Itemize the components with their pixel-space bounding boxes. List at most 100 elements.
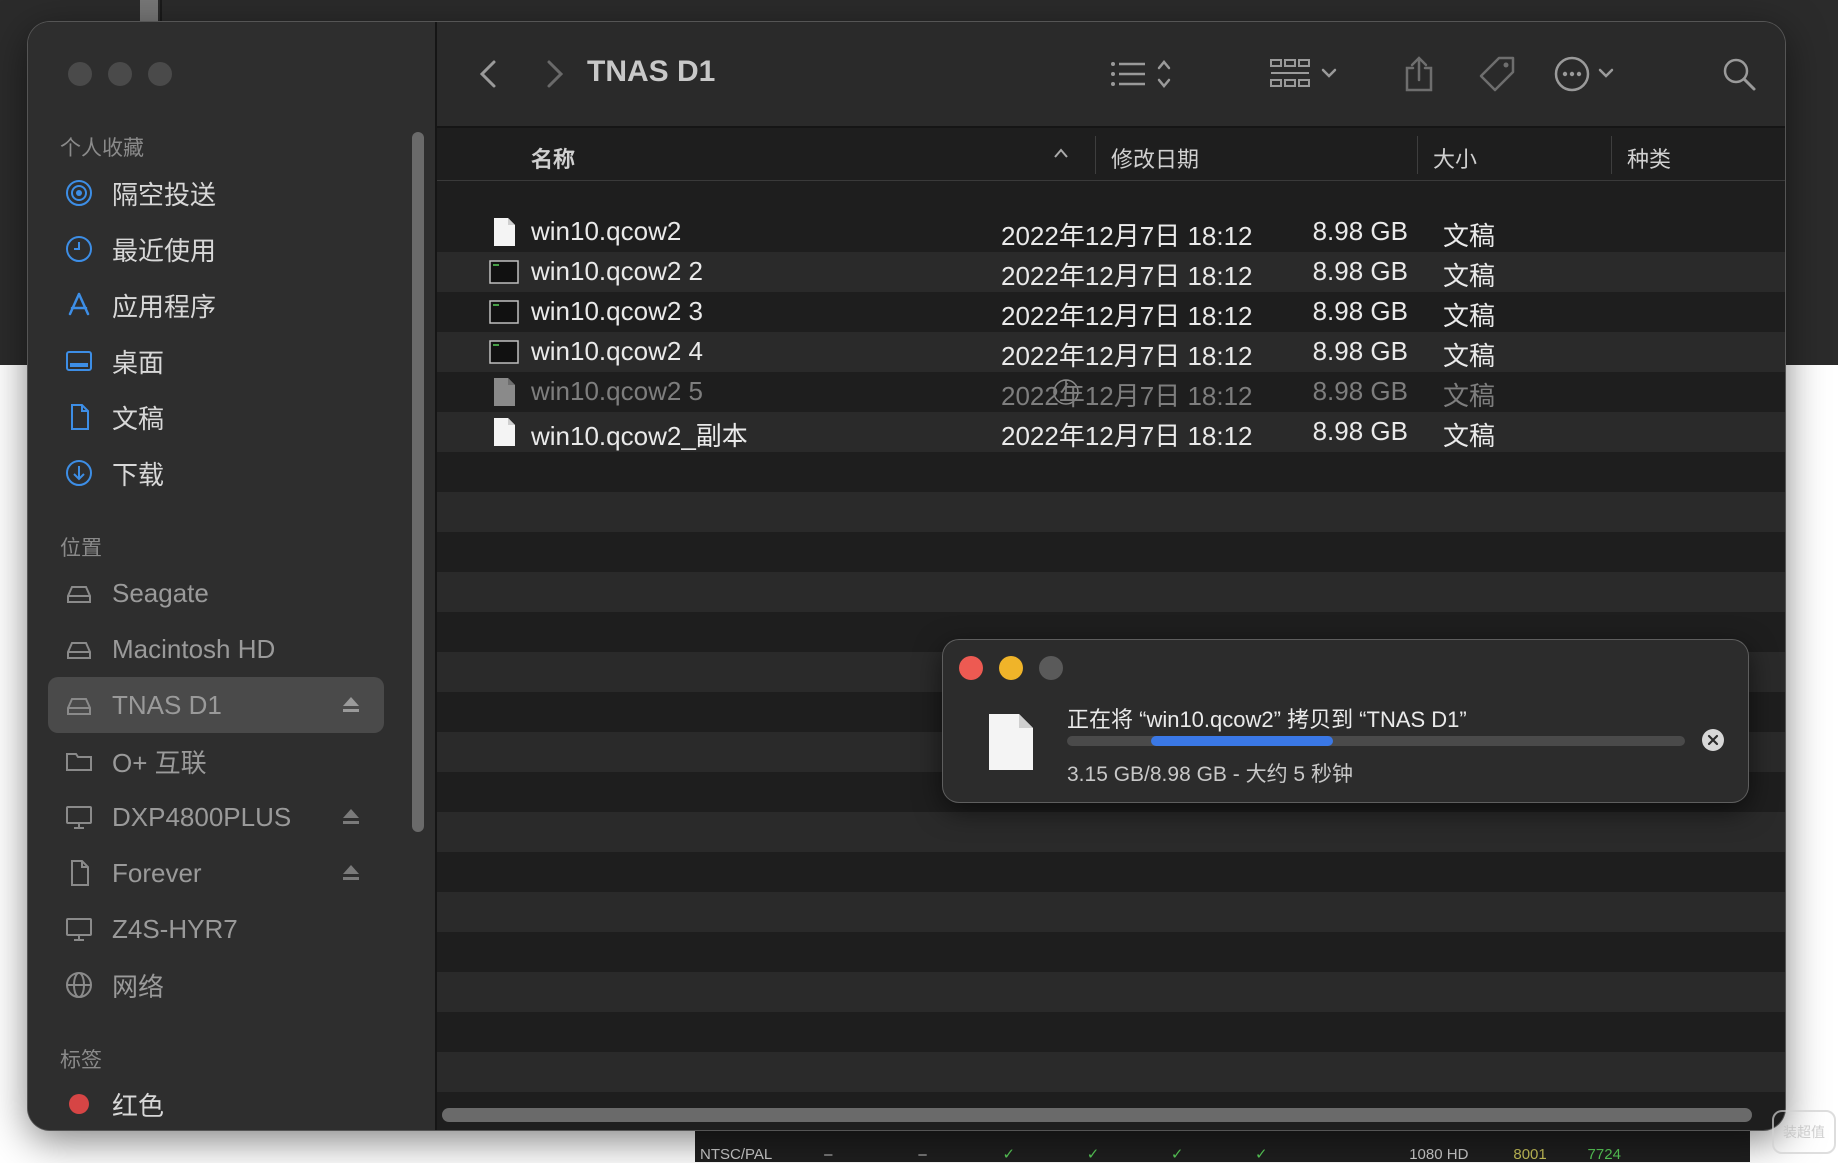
copy-title: 正在将 “win10.qcow2” 拷贝到 “TNAS D1” bbox=[1067, 707, 1467, 732]
copy-status: 3.15 GB/8.98 GB - 大约 5 秒钟 bbox=[1067, 763, 1353, 786]
file-size: 8.98 GB bbox=[1312, 336, 1408, 366]
sidebar-item-oplus[interactable]: O+ 互联 bbox=[48, 733, 384, 789]
tags-section-label: 标签 bbox=[60, 1049, 102, 1072]
file-kind: 文稿 bbox=[1443, 221, 1496, 251]
cancel-copy-icon[interactable] bbox=[1701, 728, 1725, 752]
sidebar-item-label: DXP4800PLUS bbox=[112, 801, 292, 832]
sidebar-item-label: Forever bbox=[112, 857, 202, 888]
eject-icon[interactable] bbox=[340, 693, 362, 715]
sidebar-item-label: Macintosh HD bbox=[112, 633, 276, 664]
file-size: 8.98 GB bbox=[1312, 256, 1408, 286]
empty-row bbox=[437, 1052, 1785, 1092]
background-tab bbox=[140, 0, 158, 22]
more-actions-button[interactable] bbox=[1552, 52, 1632, 96]
sidebar-item-applications[interactable]: 应用程序 bbox=[48, 277, 384, 333]
close-button[interactable] bbox=[68, 62, 92, 86]
sidebar-item-tag-red[interactable]: 红色 bbox=[48, 1076, 384, 1130]
sidebar-item-label: 桌面 bbox=[112, 347, 165, 378]
file-date: 2022年12月7日 18:12 bbox=[1001, 341, 1253, 371]
share-icon bbox=[1405, 56, 1433, 92]
file-kind: 文稿 bbox=[1443, 341, 1496, 371]
file-row[interactable]: win10.qcow2 2022年12月7日 18:12 8.98 GB 文稿 bbox=[437, 212, 1785, 252]
empty-row bbox=[437, 452, 1785, 492]
group-button[interactable] bbox=[1267, 52, 1347, 96]
chevron-right-icon bbox=[547, 60, 564, 88]
file-row[interactable]: win10.qcow2 5 2022年12月7日 18:12 8.98 GB 文… bbox=[437, 372, 1785, 412]
file-date: 2022年12月7日 18:12 bbox=[1001, 301, 1253, 331]
sidebar-item-macintosh-hd[interactable]: Macintosh HD bbox=[48, 621, 384, 677]
file-kind: 文稿 bbox=[1443, 301, 1496, 331]
dialog-close-button[interactable] bbox=[959, 656, 983, 680]
sidebar-item-seagate[interactable]: Seagate bbox=[48, 565, 384, 621]
file-row[interactable]: win10.qcow2 4 2022年12月7日 18:12 8.98 GB 文… bbox=[437, 332, 1785, 372]
back-button[interactable] bbox=[467, 52, 511, 96]
file-row[interactable]: win10.qcow2 2 2022年12月7日 18:12 8.98 GB 文… bbox=[437, 252, 1785, 292]
empty-row bbox=[437, 1012, 1785, 1052]
sidebar-item-network[interactable]: 网络 bbox=[48, 957, 384, 1013]
minimize-button[interactable] bbox=[108, 62, 132, 86]
search-button[interactable] bbox=[1717, 52, 1761, 96]
column-kind-header[interactable]: 种类 bbox=[1627, 142, 1671, 174]
share-button[interactable] bbox=[1397, 52, 1441, 96]
eject-icon[interactable] bbox=[340, 805, 362, 827]
sidebar-item-desktop[interactable]: 桌面 bbox=[48, 333, 384, 389]
column-divider[interactable] bbox=[1417, 136, 1418, 174]
tag-button[interactable] bbox=[1475, 52, 1519, 96]
background-table-row: NTSC/PAL – – ✓ ✓ ✓ ✓ 1080 HD 8001 7724 bbox=[700, 1146, 1621, 1163]
dialog-zoom-button[interactable] bbox=[1039, 656, 1063, 680]
horizontal-scrollbar[interactable] bbox=[442, 1108, 1752, 1122]
file-row[interactable]: win10.qcow2 3 2022年12月7日 18:12 8.98 GB 文… bbox=[437, 292, 1785, 332]
file-date: 2022年12月7日 18:12 bbox=[1001, 381, 1253, 411]
sidebar-item-downloads[interactable]: 下载 bbox=[48, 445, 384, 501]
zoom-button[interactable] bbox=[148, 62, 172, 86]
terminal-icon bbox=[489, 300, 519, 324]
sidebar-item-recents[interactable]: 最近使用 bbox=[48, 221, 384, 277]
ellipsis-circle-icon bbox=[1554, 56, 1614, 92]
copy-progress-fill bbox=[1151, 736, 1333, 746]
sidebar-item-z4s-hyr7[interactable]: Z4S-HYR7 bbox=[48, 901, 384, 957]
clock-icon bbox=[62, 232, 96, 266]
empty-row bbox=[437, 972, 1785, 1012]
download-icon bbox=[62, 456, 96, 490]
empty-row bbox=[437, 572, 1785, 612]
document-icon bbox=[989, 714, 1033, 770]
column-size-header[interactable]: 大小 bbox=[1433, 142, 1477, 174]
dialog-minimize-button[interactable] bbox=[999, 656, 1023, 680]
column-date-header[interactable]: 修改日期 bbox=[1111, 142, 1199, 174]
globe-icon bbox=[62, 968, 96, 1002]
column-divider[interactable] bbox=[1095, 136, 1096, 174]
forward-button[interactable] bbox=[532, 52, 576, 96]
sidebar-item-forever[interactable]: Forever bbox=[48, 845, 384, 901]
sidebar-item-dxp4800plus[interactable]: DXP4800PLUS bbox=[48, 789, 384, 845]
file-size: 8.98 GB bbox=[1312, 296, 1408, 326]
empty-row bbox=[437, 812, 1785, 852]
column-name-header[interactable]: 名称 bbox=[531, 142, 575, 174]
chevron-left-icon bbox=[479, 60, 496, 88]
sidebar-item-airdrop[interactable]: 隔空投送 bbox=[48, 165, 384, 221]
file-date: 2022年12月7日 18:12 bbox=[1001, 221, 1253, 251]
sidebar-item-label: Seagate bbox=[112, 577, 209, 608]
file-name: win10.qcow2 2 bbox=[531, 256, 703, 286]
empty-row bbox=[437, 532, 1785, 572]
sidebar-item-tnas-d1[interactable]: TNAS D1 bbox=[48, 677, 384, 733]
terminal-icon bbox=[489, 340, 519, 364]
sidebar-item-documents[interactable]: 文稿 bbox=[48, 389, 384, 445]
file-row[interactable]: win10.qcow2_副本 2022年12月7日 18:12 8.98 GB … bbox=[437, 412, 1785, 452]
grid-group-icon bbox=[1270, 59, 1337, 87]
dialog-window-controls bbox=[959, 656, 1063, 680]
airdrop-icon bbox=[62, 176, 96, 210]
tag-icon bbox=[1479, 56, 1515, 92]
sidebar-scrollbar[interactable] bbox=[412, 132, 424, 832]
document-icon bbox=[494, 218, 515, 246]
document-icon bbox=[62, 400, 96, 434]
list-view-icon bbox=[1111, 60, 1171, 88]
window-controls bbox=[68, 62, 172, 86]
column-divider[interactable] bbox=[1611, 136, 1612, 174]
empty-row bbox=[437, 892, 1785, 932]
eject-icon[interactable] bbox=[340, 861, 362, 883]
view-list-button[interactable] bbox=[1107, 52, 1187, 96]
tag-color-dot-icon bbox=[62, 1087, 96, 1121]
favorites-section-label: 个人收藏 bbox=[60, 137, 144, 160]
locations-section-label: 位置 bbox=[60, 537, 102, 560]
monitor-icon bbox=[62, 800, 96, 834]
